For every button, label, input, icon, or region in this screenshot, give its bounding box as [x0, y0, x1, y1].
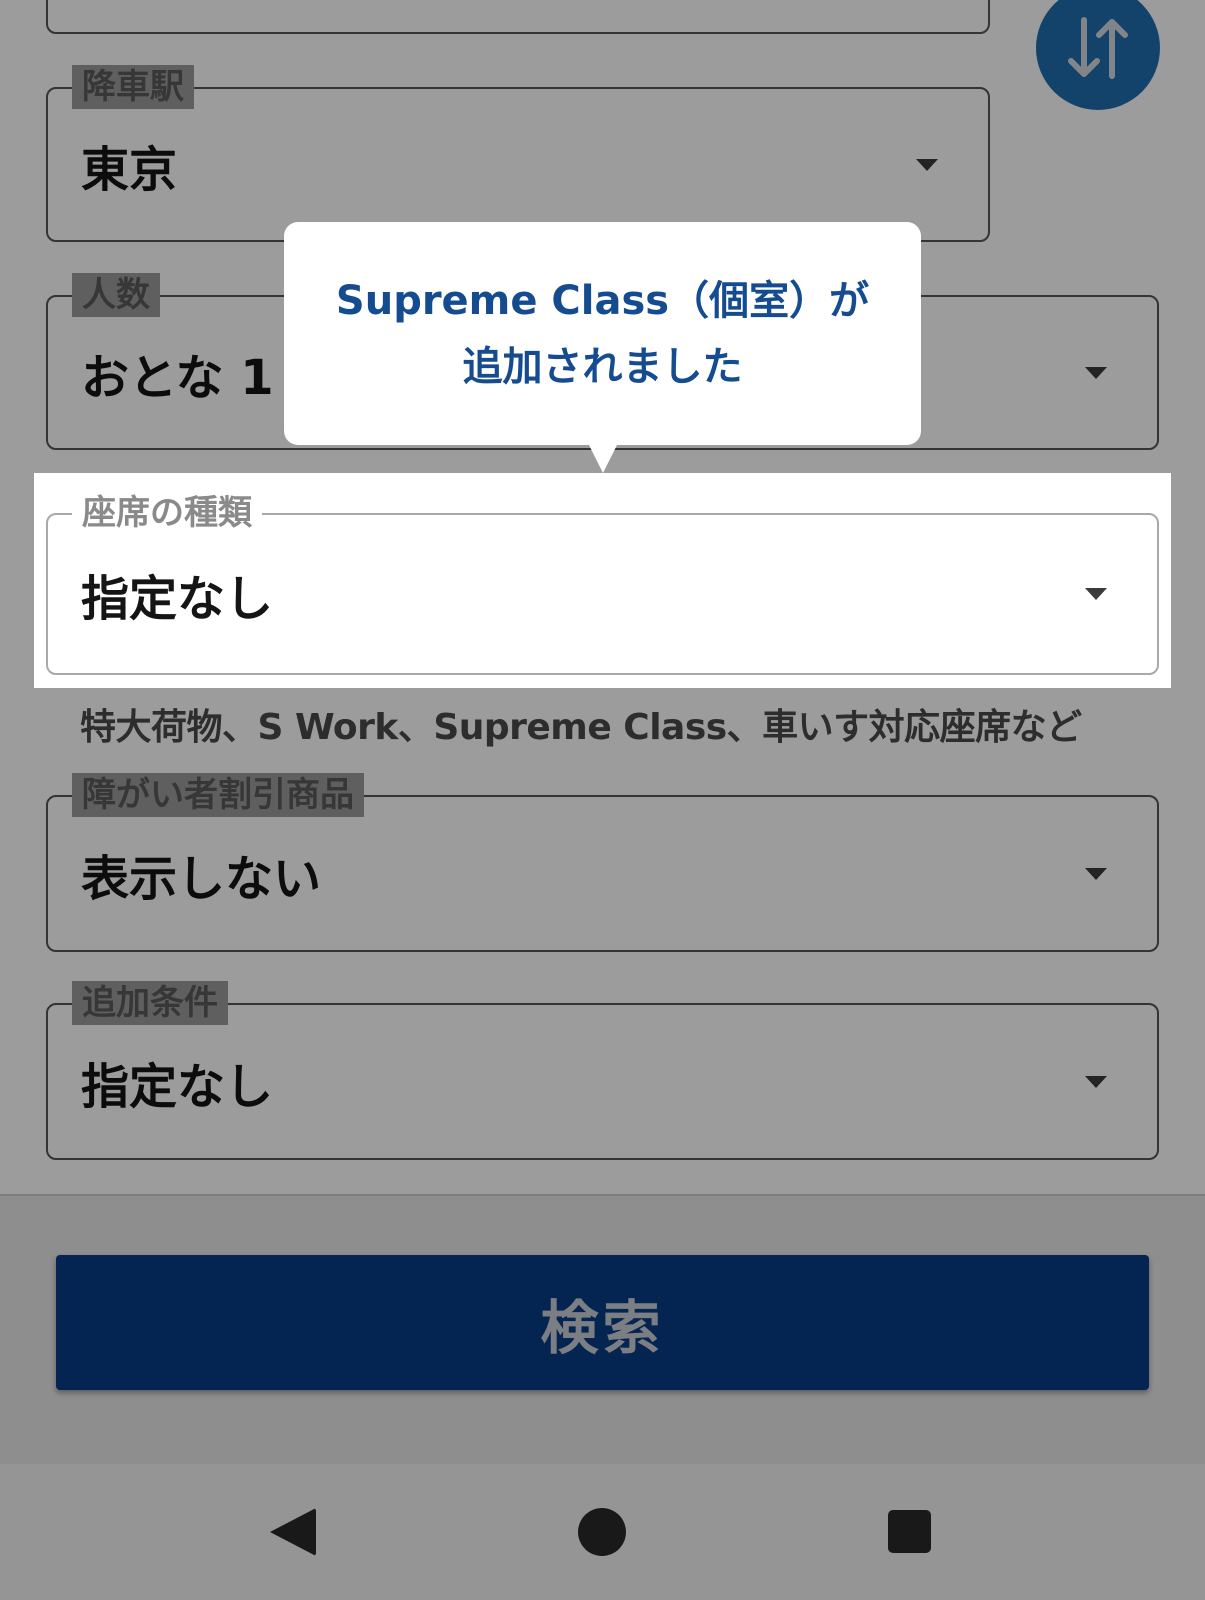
- nav-recents-icon[interactable]: [888, 1510, 931, 1553]
- disability-discount-value: 表示しない: [81, 850, 322, 907]
- search-button[interactable]: 検索: [56, 1255, 1149, 1390]
- passenger-count-value: おとな 1: [81, 349, 274, 406]
- caret-down-icon: [1085, 366, 1107, 379]
- arrival-station-value: 東京: [81, 141, 178, 198]
- seat-type-select[interactable]: 座席の種類 指定なし: [46, 491, 1159, 675]
- action-bar: 検索: [0, 1194, 1205, 1464]
- caret-down-icon: [1085, 1075, 1107, 1088]
- nav-home-icon[interactable]: [578, 1508, 626, 1556]
- coachmark-tooltip[interactable]: Supreme Class（個室）が 追加されました: [284, 222, 921, 445]
- arrival-station-select[interactable]: 降車駅 東京: [46, 65, 990, 242]
- seat-type-helper-text: 特大荷物、S Work、Supreme Class、車いす対応座席など: [80, 707, 1082, 748]
- swap-vertical-icon: [1068, 17, 1128, 79]
- seat-type-spotlight: 座席の種類 指定なし: [34, 473, 1171, 688]
- tooltip-line-2: 追加されました: [462, 343, 743, 390]
- additional-conditions-value: 指定なし: [81, 1058, 274, 1115]
- disability-discount-select[interactable]: 障がい者割引商品 表示しない: [46, 773, 1159, 952]
- system-navigation-bar: [0, 1464, 1205, 1600]
- additional-conditions-select[interactable]: 追加条件 指定なし: [46, 981, 1159, 1160]
- caret-down-icon: [1085, 867, 1107, 880]
- seat-type-value: 指定なし: [81, 571, 274, 627]
- tooltip-line-1: Supreme Class（個室）が: [335, 277, 870, 324]
- caret-down-icon: [1085, 588, 1107, 600]
- swap-stations-button[interactable]: [1036, 0, 1160, 110]
- caret-down-icon: [916, 158, 938, 171]
- departure-station-select[interactable]: [46, 0, 990, 34]
- nav-back-icon[interactable]: [270, 1508, 316, 1556]
- tooltip-pointer: [588, 443, 618, 473]
